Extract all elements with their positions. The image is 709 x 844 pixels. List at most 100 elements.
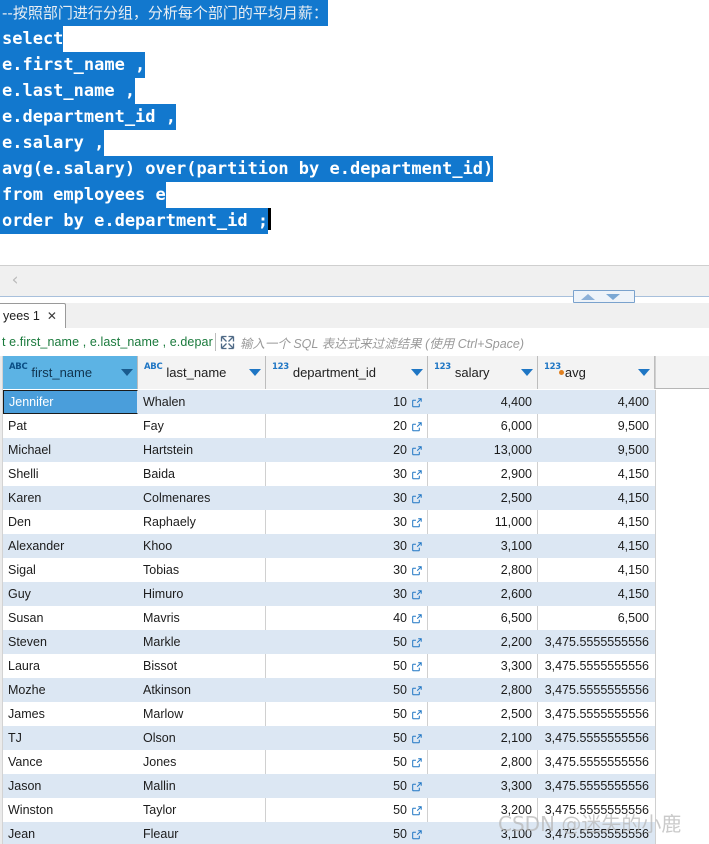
table-row[interactable]: Winston Taylor 50 3,200 3,475.5555555556 bbox=[3, 798, 709, 822]
cell-first_name[interactable]: Pat bbox=[3, 414, 138, 438]
external-link-icon[interactable] bbox=[412, 469, 422, 480]
cell-department_id[interactable]: 30 bbox=[266, 486, 428, 510]
cell-last_name[interactable]: Mallin bbox=[138, 774, 266, 798]
cell-first_name[interactable]: Guy bbox=[3, 582, 138, 606]
cell-last_name[interactable]: Khoo bbox=[138, 534, 266, 558]
external-link-icon[interactable] bbox=[412, 829, 422, 840]
cell-first_name[interactable]: Sigal bbox=[3, 558, 138, 582]
external-link-icon[interactable] bbox=[412, 757, 422, 768]
cell-first_name[interactable]: TJ bbox=[3, 726, 138, 750]
cell-last_name[interactable]: Atkinson bbox=[138, 678, 266, 702]
cell-salary[interactable]: 3,300 bbox=[428, 774, 538, 798]
cell-department_id[interactable]: 10 bbox=[266, 390, 428, 414]
cell-last_name[interactable]: Baida bbox=[138, 462, 266, 486]
table-row[interactable]: Karen Colmenares 30 2,500 4,150 bbox=[3, 486, 709, 510]
cell-avg[interactable]: 4,150 bbox=[538, 462, 655, 486]
splitter-handle[interactable] bbox=[573, 290, 635, 303]
chevron-down-icon[interactable] bbox=[411, 369, 423, 376]
column-header-avg[interactable]: 123 avg bbox=[538, 356, 655, 389]
cell-last_name[interactable]: Himuro bbox=[138, 582, 266, 606]
cell-salary[interactable]: 11,000 bbox=[428, 510, 538, 534]
cell-first_name[interactable]: Steven bbox=[3, 630, 138, 654]
result-tab[interactable]: yees 1 ✕ bbox=[0, 303, 66, 328]
cell-avg[interactable]: 4,400 bbox=[538, 390, 655, 414]
sql-editor[interactable]: --按照部门进行分组，分析每个部门的平均月薪： select e.first_nam… bbox=[0, 0, 709, 265]
table-row[interactable]: Alexander Khoo 30 3,100 4,150 bbox=[3, 534, 709, 558]
table-row[interactable]: Guy Himuro 30 2,600 4,150 bbox=[3, 582, 709, 606]
cell-department_id[interactable]: 20 bbox=[266, 438, 428, 462]
cell-last_name[interactable]: Markle bbox=[138, 630, 266, 654]
table-row[interactable]: Laura Bissot 50 3,300 3,475.5555555556 bbox=[3, 654, 709, 678]
table-row[interactable]: Jean Fleaur 50 3,100 3,475.5555555556 bbox=[3, 822, 709, 844]
cell-salary[interactable]: 4,400 bbox=[428, 390, 538, 414]
cell-last_name[interactable]: Jones bbox=[138, 750, 266, 774]
cell-avg[interactable]: 3,475.5555555556 bbox=[538, 798, 655, 822]
cell-first_name[interactable]: Jason bbox=[3, 774, 138, 798]
cell-avg[interactable]: 3,475.5555555556 bbox=[538, 654, 655, 678]
cell-department_id[interactable]: 30 bbox=[266, 510, 428, 534]
cell-first_name[interactable]: Jennifer bbox=[3, 390, 138, 414]
external-link-icon[interactable] bbox=[412, 445, 422, 456]
cell-department_id[interactable]: 30 bbox=[266, 534, 428, 558]
filter-input-placeholder[interactable]: 输入一个 SQL 表达式来过滤结果 (使用 Ctrl+Space) bbox=[240, 333, 524, 352]
cell-salary[interactable]: 2,500 bbox=[428, 702, 538, 726]
cell-avg[interactable]: 3,475.5555555556 bbox=[538, 678, 655, 702]
chevron-down-icon[interactable] bbox=[521, 369, 533, 376]
cell-avg[interactable]: 3,475.5555555556 bbox=[538, 726, 655, 750]
cell-department_id[interactable]: 20 bbox=[266, 414, 428, 438]
cell-last_name[interactable]: Colmenares bbox=[138, 486, 266, 510]
table-row[interactable]: Michael Hartstein 20 13,000 9,500 bbox=[3, 438, 709, 462]
cell-first_name[interactable]: Laura bbox=[3, 654, 138, 678]
result-grid[interactable]: ABC first_name ABC last_name 123 department_i… bbox=[0, 356, 709, 844]
cell-salary[interactable]: 2,800 bbox=[428, 750, 538, 774]
cell-last_name[interactable]: Mavris bbox=[138, 606, 266, 630]
cell-salary[interactable]: 2,100 bbox=[428, 726, 538, 750]
external-link-icon[interactable] bbox=[412, 781, 422, 792]
cell-avg[interactable]: 3,475.5555555556 bbox=[538, 630, 655, 654]
cell-salary[interactable]: 2,600 bbox=[428, 582, 538, 606]
table-row[interactable]: Jason Mallin 50 3,300 3,475.5555555556 bbox=[3, 774, 709, 798]
cell-salary[interactable]: 2,900 bbox=[428, 462, 538, 486]
column-header-first_name[interactable]: ABC first_name bbox=[3, 356, 138, 389]
cell-avg[interactable]: 3,475.5555555556 bbox=[538, 750, 655, 774]
external-link-icon[interactable] bbox=[412, 397, 422, 408]
cell-salary[interactable]: 2,800 bbox=[428, 558, 538, 582]
cell-avg[interactable]: 4,150 bbox=[538, 486, 655, 510]
caret-down-icon[interactable] bbox=[606, 294, 620, 300]
filter-bar[interactable]: t e.first_name , e.last_name , e.depar 输… bbox=[0, 328, 709, 357]
external-link-icon[interactable] bbox=[412, 565, 422, 576]
chevron-down-icon[interactable] bbox=[249, 369, 261, 376]
cell-salary[interactable]: 2,800 bbox=[428, 678, 538, 702]
cell-last_name[interactable]: Whalen bbox=[138, 390, 266, 414]
column-header-salary[interactable]: 123 salary bbox=[428, 356, 538, 389]
cell-first_name[interactable]: Mozhe bbox=[3, 678, 138, 702]
cell-salary[interactable]: 6,500 bbox=[428, 606, 538, 630]
external-link-icon[interactable] bbox=[412, 733, 422, 744]
cell-first_name[interactable]: Alexander bbox=[3, 534, 138, 558]
table-row[interactable]: Susan Mavris 40 6,500 6,500 bbox=[3, 606, 709, 630]
cell-first_name[interactable]: Susan bbox=[3, 606, 138, 630]
cell-salary[interactable]: 2,200 bbox=[428, 630, 538, 654]
cell-first_name[interactable]: Shelli bbox=[3, 462, 138, 486]
cell-first_name[interactable]: Jean bbox=[3, 822, 138, 844]
cell-first_name[interactable]: Den bbox=[3, 510, 138, 534]
external-link-icon[interactable] bbox=[412, 685, 422, 696]
cell-department_id[interactable]: 50 bbox=[266, 774, 428, 798]
cell-department_id[interactable]: 50 bbox=[266, 654, 428, 678]
cell-last_name[interactable]: Taylor bbox=[138, 798, 266, 822]
cell-first_name[interactable]: Vance bbox=[3, 750, 138, 774]
cell-last_name[interactable]: Bissot bbox=[138, 654, 266, 678]
cell-avg[interactable]: 4,150 bbox=[538, 534, 655, 558]
external-link-icon[interactable] bbox=[412, 517, 422, 528]
table-row[interactable]: Pat Fay 20 6,000 9,500 bbox=[3, 414, 709, 438]
cell-last_name[interactable]: Raphaely bbox=[138, 510, 266, 534]
table-row[interactable]: Sigal Tobias 30 2,800 4,150 bbox=[3, 558, 709, 582]
cell-avg[interactable]: 9,500 bbox=[538, 438, 655, 462]
close-icon[interactable]: ✕ bbox=[47, 309, 57, 323]
chevron-down-icon[interactable] bbox=[638, 369, 650, 376]
cell-department_id[interactable]: 30 bbox=[266, 558, 428, 582]
cell-last_name[interactable]: Marlow bbox=[138, 702, 266, 726]
external-link-icon[interactable] bbox=[412, 421, 422, 432]
external-link-icon[interactable] bbox=[412, 541, 422, 552]
cell-avg[interactable]: 3,475.5555555556 bbox=[538, 774, 655, 798]
